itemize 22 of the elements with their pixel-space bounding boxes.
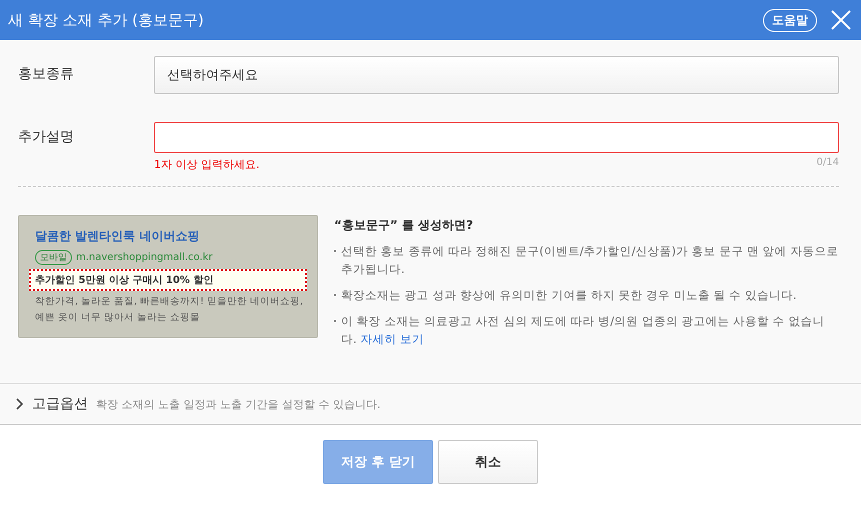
window-title: 새 확장 소재 추가 (홍보문구) [8,10,205,30]
advanced-description: 확장 소재의 노출 일정과 노출 기간을 설정할 수 있습니다. [96,396,380,412]
info-heading: “홍보문구” 를 생성하면? [334,217,474,234]
info-text: 확장소재는 광고 성과 향상에 유의미한 기여를 하지 못한 경우 미노출 될 수 있습니다. [341,287,797,304]
error-message: 1자 이상 입력하세요. [154,157,260,172]
info-text: 선택한 홍보 종류에 따라 정해진 문구(이벤트/추가할인/신상품)가 홍보 문구 맨 앞에 자동으로 추가됩니다. [341,243,839,278]
field-label: 추가설명 [18,128,75,146]
details-link[interactable]: 자세히 보기 [360,332,424,346]
help-button[interactable]: 도움말 [763,8,817,32]
info-text: 이 확장 소재는 의료광고 사전 심의 제도에 따라 병/의원 업종의 광고에는 사용할 수 없습니다. 자세히 보기 [341,313,826,348]
promo-text: 추가할인 5만원 이상 구매시 10% 할인 [29,269,307,291]
ad-description: 착한가격, 놀라운 품질, 빠른배송까지! 믿을만한 네이버쇼핑, 예쁜 옷이 너무 많아서 놀라는 쇼핑몰 [35,295,304,325]
char-counter: 0/14 [816,157,839,170]
input-field[interactable] [154,122,839,153]
advanced-options-toggle[interactable]: 고급옵션 [16,395,88,413]
cancel-button[interactable]: 취소 [438,440,538,484]
field-label: 홍보종류 [18,65,75,83]
close-icon[interactable] [831,10,851,30]
mobile-tag: 모바일 [35,250,72,265]
type-select[interactable]: 선택하여주세요 [154,56,839,94]
ad-url: m.navershoppingmall.co.kr [76,252,213,263]
ad-title: 달콤한 발렌타인룩 네이버쇼핑 [35,228,200,245]
